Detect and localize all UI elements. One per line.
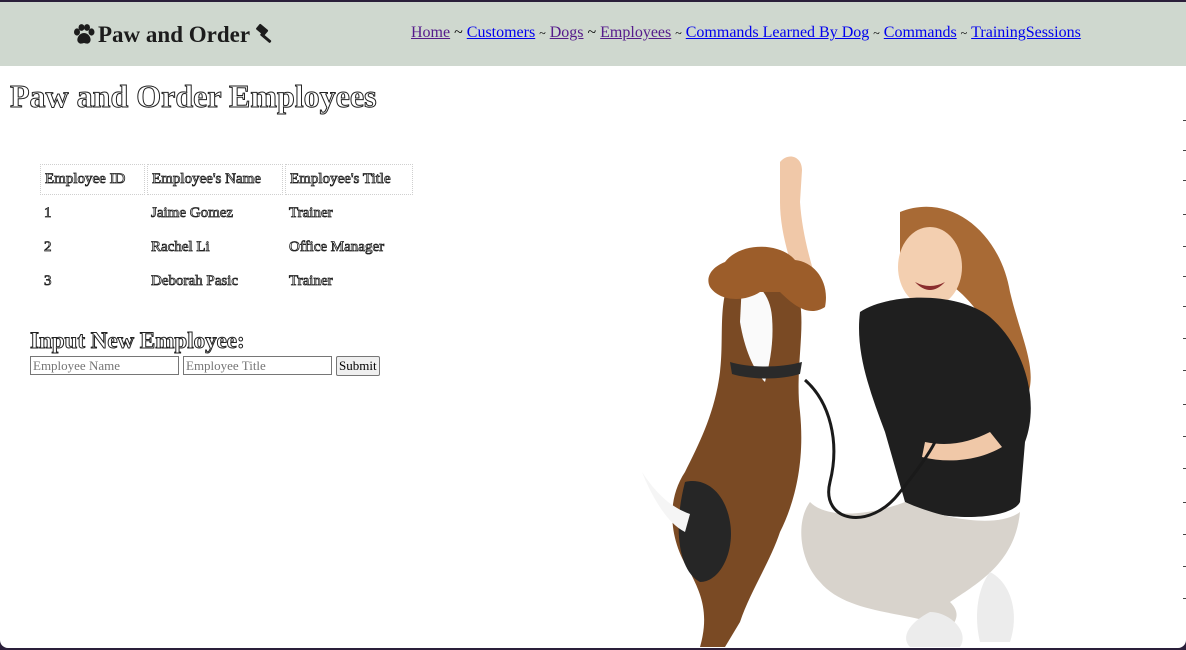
submit-button[interactable]: Submit: [336, 356, 380, 376]
cell-name: Rachel Li: [151, 238, 211, 255]
table-row: 1 Jaime Gomez Trainer: [40, 197, 413, 229]
employee-title-input[interactable]: [183, 356, 332, 375]
column-header-title: Employee's Title: [285, 164, 413, 195]
cell-name: Deborah Pasic: [151, 272, 239, 289]
cell-title: Trainer: [289, 204, 333, 221]
nav-training-sessions[interactable]: TrainingSessions: [971, 24, 1081, 41]
new-employee-form: Submit: [30, 356, 380, 376]
table-header-row: Employee ID Employee's Name Employee's T…: [40, 164, 413, 195]
employee-name-input[interactable]: [30, 356, 179, 375]
trainer-with-dog-image: [642, 156, 1031, 647]
column-header-name: Employee's Name: [147, 164, 283, 195]
cell-id: 2: [44, 238, 52, 255]
page-title: Paw and Order Employees: [10, 78, 378, 115]
main-nav: Home ~ Customers ~ Dogs ~ Employees ~ Commands L…: [411, 24, 1081, 42]
nav-employees[interactable]: Employees: [600, 24, 671, 41]
nav-separator: ~: [960, 26, 968, 40]
nav-customers[interactable]: Customers: [467, 24, 535, 41]
gavel-icon: [252, 23, 276, 47]
nav-separator: ~: [873, 26, 880, 40]
nav-separator: ~: [454, 24, 463, 41]
nav-dogs[interactable]: Dogs: [550, 24, 584, 41]
nav-commands-learned-by-dog[interactable]: Commands Learned By Dog: [686, 24, 870, 41]
form-title: Input New Employee:: [30, 328, 246, 354]
column-header-id: Employee ID: [40, 164, 145, 195]
table-row: 3 Deborah Pasic Trainer: [40, 265, 413, 297]
cell-id: 1: [44, 204, 52, 221]
cell-id: 3: [44, 272, 52, 289]
browser-page: Paw and Order Home ~ Customers ~ Dogs ~ Employ…: [0, 2, 1186, 648]
paw-icon: [72, 24, 96, 46]
nav-separator: ~: [675, 26, 682, 40]
cell-title: Office Manager: [289, 238, 385, 255]
nav-home[interactable]: Home: [411, 24, 450, 41]
employees-table: Employee ID Employee's Name Employee's T…: [38, 162, 415, 299]
brand-name: Paw and Order: [98, 22, 251, 47]
nav-commands[interactable]: Commands: [884, 24, 957, 41]
cell-name: Jaime Gomez: [151, 204, 234, 221]
nav-separator: ~: [539, 26, 546, 40]
nav-separator: ~: [587, 24, 597, 41]
site-header: Paw and Order Home ~ Customers ~ Dogs ~ Employ…: [0, 2, 1186, 66]
cell-title: Trainer: [289, 272, 333, 289]
table-row: 2 Rachel Li Office Manager: [40, 231, 413, 263]
brand: Paw and Order: [72, 20, 276, 50]
